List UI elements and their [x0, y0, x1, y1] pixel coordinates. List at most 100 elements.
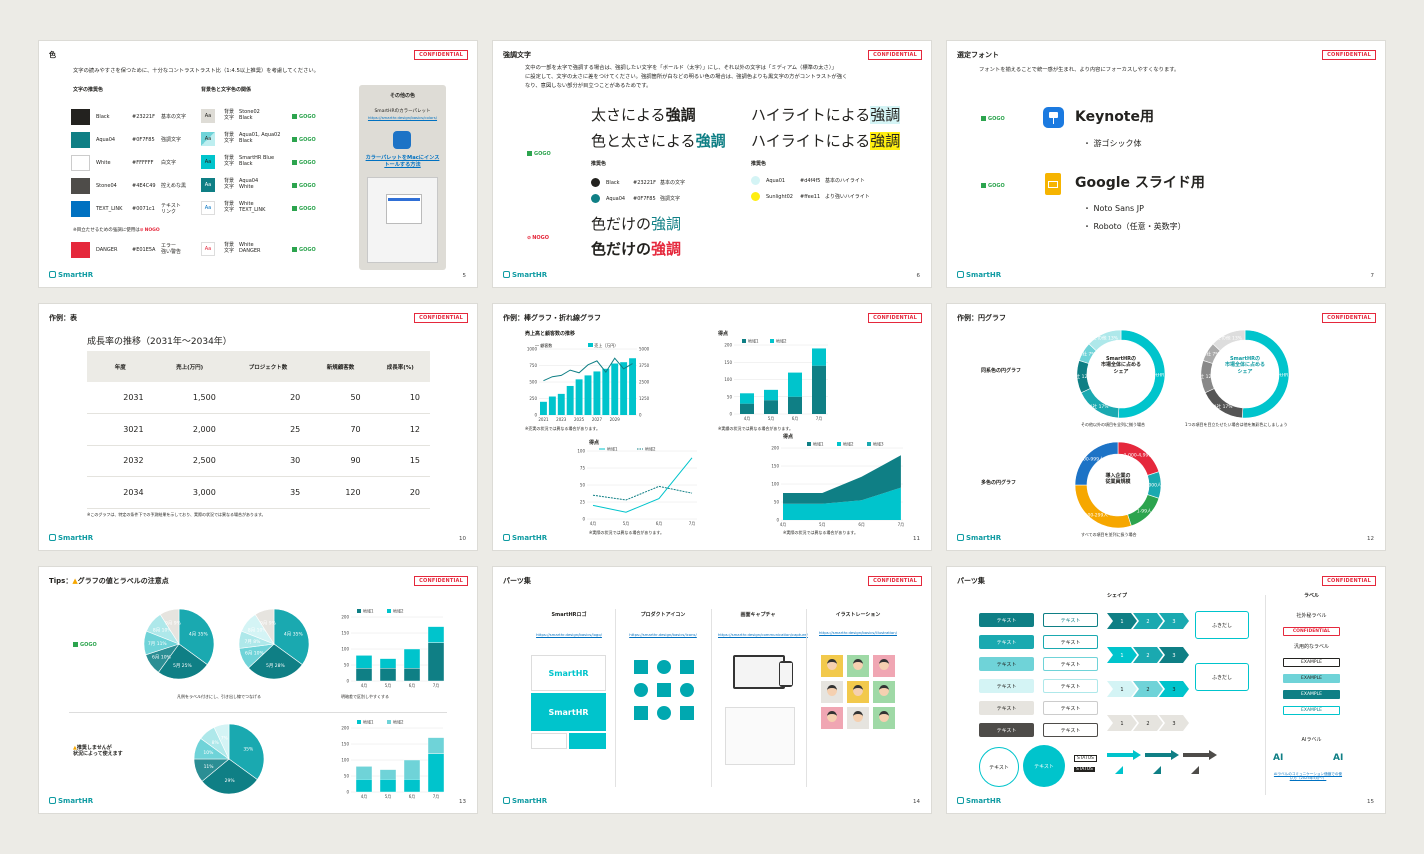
chevron-label: 1 [1120, 687, 1123, 693]
color-use: テキストリンク [161, 203, 181, 216]
legend-label: 地域1 [363, 719, 374, 725]
outline-button[interactable]: テキスト [1043, 635, 1098, 649]
bar [355, 766, 373, 780]
rec-hex: #d4f4f5 [800, 178, 821, 184]
chevron-label: 1 [1120, 619, 1123, 625]
col-link[interactable]: https://smarthr.design/basics/illustrati… [813, 630, 903, 636]
slide-emphasis[interactable]: 強調文字 CONFIDENTIAL 文中の一部を太字で強調する場合は、強調したい… [492, 40, 932, 288]
bar [379, 779, 397, 793]
divider [711, 609, 712, 787]
shape-button[interactable]: テキスト [979, 657, 1034, 671]
heading-bg-relation: 背景色と文字色の関係 [201, 87, 252, 93]
person-illustration [873, 707, 895, 729]
table-header: 年度 売上(万円) プロジェクト数 新規顧客数 成長率(%) [87, 351, 430, 382]
x-tick: 2025 [574, 417, 585, 422]
ai-link[interactable]: AIラベルのコミュニケーション価値での使い方（2025年5月〜） [1273, 772, 1343, 781]
shape-button[interactable]: テキスト [979, 723, 1034, 737]
color-hex: #4E4C49 [132, 183, 156, 189]
product-icon [634, 706, 648, 720]
y-tick: 100 [724, 377, 732, 382]
logo-mark-aqua [569, 733, 606, 749]
label-group-title: 汎用的なラベル [1293, 644, 1329, 650]
shape-button[interactable]: テキスト [979, 701, 1034, 715]
slide-tips[interactable]: Tips：▲グラフの値とラベルの注意点 CONFIDENTIAL GOGO ▲推… [38, 566, 478, 814]
chevron-label: 3 [1172, 619, 1175, 625]
key: 文字 [224, 138, 235, 145]
color-hex: #0F7F85 [132, 137, 155, 143]
slice-label: 11% [204, 764, 215, 770]
slide-parts-2[interactable]: パーツ集 CONFIDENTIAL シェイプ ラベル テキスト テキスト テキス… [946, 566, 1386, 814]
outline-button[interactable]: テキスト [1043, 701, 1098, 715]
shape-button[interactable]: テキスト [979, 613, 1034, 627]
legend-swatch [387, 720, 391, 724]
legend-swatch [357, 609, 361, 613]
outline-button[interactable]: テキスト [1043, 679, 1098, 693]
col-title: 画面キャプチャ [740, 612, 776, 618]
color-use: 白文字 [161, 160, 177, 166]
divider [69, 712, 447, 713]
shape-button[interactable]: テキスト [979, 679, 1034, 693]
y-tick: 0 [582, 517, 585, 522]
palette-link[interactable]: https://smarthr.design/basics/colors/ [359, 115, 446, 121]
chart-title: 得点 [783, 434, 794, 440]
y-tick: 50 [727, 394, 733, 399]
normal-part: ハイライトによる [751, 106, 871, 124]
page-number: 6 [916, 273, 921, 279]
sample-highlight: ハイライトによる強調 [751, 106, 901, 125]
bar [403, 648, 421, 669]
face [827, 685, 837, 696]
bar [403, 759, 421, 780]
slide-color[interactable]: 色 CONFIDENTIAL 文字の読みやすさを保つために、十分なコントラストラ… [38, 40, 478, 288]
pair-desc: 背景 White 文字 DANGER [224, 242, 260, 255]
shape-button[interactable]: テキスト [979, 635, 1034, 649]
outline-button[interactable]: テキスト [1043, 613, 1098, 627]
slide-pie[interactable]: 作例：円グラフ CONFIDENTIAL 同系色の円グラフ 多色の円グラフ Sm… [946, 303, 1386, 551]
install-link[interactable]: カラーパレットをMacにインストールする方法 [365, 155, 440, 168]
x-tick: 2029 [610, 417, 621, 422]
sample-color-weight: 色と太さによる強調 [591, 132, 726, 151]
table-note: ※このグラフは、特定の条件下での予測結果を示しており、実際の状況では異なる場合が… [87, 512, 266, 517]
legend-swatch [770, 339, 774, 343]
val: Black [239, 138, 253, 145]
slice-label: 8% [212, 740, 220, 746]
slide-parts-1[interactable]: パーツ集 CONFIDENTIAL SmartHRロゴ https://smar… [492, 566, 932, 814]
person-illustration [847, 681, 869, 703]
col-link[interactable]: https://smarthr.design/basics/logo/ [529, 632, 609, 638]
panel-sub: SmartHRのカラーパレット [374, 109, 431, 114]
legend-label: 地域1 [607, 446, 618, 452]
cell: 35 [225, 476, 311, 509]
y-tick: 50 [774, 500, 780, 505]
chart-note: ※実績の状況では異なる場合があります。 [718, 426, 793, 431]
slide-table[interactable]: 作例：表 CONFIDENTIAL 成長率の推移（2031年〜2034年） 年度… [38, 303, 478, 551]
color-name: White [96, 160, 111, 166]
outline-button[interactable]: テキスト [1043, 657, 1098, 671]
chart-note: ※実際の状況では異なる場合があります。 [783, 530, 858, 535]
face [879, 685, 889, 696]
slice [1204, 388, 1244, 419]
swatch-text-link [71, 201, 90, 217]
cell: 70 [310, 413, 371, 446]
col-link[interactable]: https://smarthr.design/communication/cap… [718, 632, 808, 638]
color-use: 強調文字 [161, 137, 182, 143]
person-illustration [821, 707, 843, 729]
bar [355, 779, 373, 793]
smarthr-logo: SmartHR [49, 797, 93, 805]
screenshot-form [725, 707, 795, 765]
person-illustration [821, 681, 843, 703]
smarthr-logo: SmartHR [957, 797, 1001, 805]
slide-fonts[interactable]: 選定フォント CONFIDENTIAL フォントを揃えることで統一感が生まれ、よ… [946, 40, 1386, 288]
x-tick: 6月 [409, 794, 416, 799]
outline-button[interactable]: テキスト [1043, 723, 1098, 737]
pie-note: すべての項目を並列に扱う場合 [1081, 532, 1137, 537]
x-tick: 6月 [858, 522, 865, 527]
y-tick: 100 [341, 758, 349, 763]
circle-outline: テキスト [979, 747, 1019, 787]
status-badge: STATUS [1074, 767, 1095, 772]
slice-label: 6月 10% [152, 654, 172, 660]
arrow [1145, 750, 1179, 760]
slide-bar-line[interactable]: 作例：棒グラフ・折れ線グラフ CONFIDENTIAL 売上高と顧客数の推移 ―… [492, 303, 932, 551]
normal-part: ハイライトによる [751, 132, 871, 150]
dot-black [591, 178, 600, 187]
y2-tick: 0 [639, 413, 642, 418]
col-link[interactable]: https://smarthr.design/basics/icons/ [623, 632, 703, 638]
